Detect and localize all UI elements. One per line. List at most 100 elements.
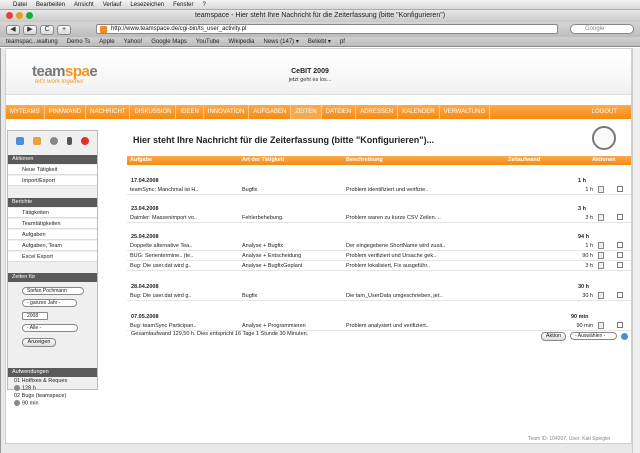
edit-document-icon[interactable]	[598, 242, 604, 249]
menu-verlauf[interactable]: Verlauf	[103, 2, 122, 8]
edit-document-icon[interactable]	[598, 214, 604, 221]
nav-adressen[interactable]: ADRESSEN	[356, 105, 399, 119]
table-row[interactable]: Bug: Die user.dat wird g.. Analyse + Bugf…	[127, 262, 631, 271]
show-button[interactable]: Anzeigen	[22, 338, 56, 347]
bookmark-item[interactable]: teamspac...waltung	[6, 39, 58, 45]
period-select[interactable]: - ganzes Jahr -	[22, 299, 77, 307]
col-beschreibung[interactable]: Beschreibung	[346, 157, 383, 163]
cell-aufgabe[interactable]: Bug: teamSync Participan..	[130, 322, 196, 331]
table-row[interactable]: Daimler: Massenimport vo.. Fehlerbehebung…	[127, 214, 631, 223]
row-checkbox[interactable]	[617, 186, 623, 192]
menu-bearbeiten[interactable]: Bearbeiten	[36, 2, 65, 8]
col-art[interactable]: Art der Tätigkeit	[242, 157, 284, 163]
globe-icon	[14, 385, 20, 391]
back-button[interactable]: ◀	[6, 24, 20, 35]
bookmark-item[interactable]: Google Maps	[151, 39, 187, 45]
row-checkbox[interactable]	[617, 252, 623, 258]
menu-datei[interactable]: Datei	[13, 2, 27, 8]
user-select[interactable]: Stefan Pochmann	[22, 287, 84, 295]
cell-art: Analyse + Programmieren	[242, 323, 306, 329]
bookmark-item[interactable]: News (147) ▾	[264, 38, 299, 45]
table-row[interactable]: Bug: teamSync Participan.. Analyse + Prog…	[127, 322, 631, 331]
bookmark-item[interactable]: Demo Ts	[67, 39, 91, 45]
col-zeitaufwand[interactable]: Zeitaufwand	[508, 157, 540, 163]
nav-nachricht[interactable]: NACHRICHT	[86, 105, 131, 119]
table-row[interactable]: Doppelte alternative Tea.. Analyse + Bugf…	[127, 242, 631, 251]
help-icon[interactable]	[81, 137, 89, 145]
sidebar-item-teamtaetigkeiten[interactable]: Teamtätigkeiten	[8, 219, 97, 229]
col-aufgabe[interactable]: Aufgabe	[130, 157, 152, 163]
nav-aufgaben[interactable]: AUFGABEN	[249, 105, 292, 119]
bookmark-item[interactable]: Apple	[99, 39, 114, 45]
action-button[interactable]: Aktion	[541, 332, 566, 341]
add-bookmark-button[interactable]: +	[57, 24, 71, 35]
sidebar-item-aufgaben[interactable]: Aufgaben	[8, 230, 97, 240]
sidebar-item-import-export[interactable]: Import/Export	[8, 176, 97, 186]
year-input[interactable]: 2008	[22, 312, 48, 320]
nav-myteams[interactable]: MYTEAMS	[6, 105, 45, 119]
table-row[interactable]: BUG: Serientermine.. (te.. Analyse + Ents…	[127, 252, 631, 261]
users-icon[interactable]	[33, 137, 41, 145]
logout-link[interactable]: LOGOUT	[592, 109, 631, 115]
action-select[interactable]: - Auswählen -	[570, 332, 617, 340]
cell-aufgabe[interactable]: Bug: Die user.dat wird g..	[130, 262, 191, 271]
zoom-window-icon[interactable]	[26, 12, 33, 19]
nav-kalender[interactable]: KALENDER	[398, 105, 440, 119]
bookmark-item[interactable]: Yahoo!	[124, 39, 143, 45]
filter-select[interactable]: - Alle -	[22, 324, 78, 332]
menu-lesezeichen[interactable]: Lesezeichen	[130, 2, 164, 8]
teamspace-logo[interactable]: teamspae	[32, 63, 98, 80]
sidebar-item-excel-export[interactable]: Excel Export	[8, 252, 97, 262]
sidebar-section-aktionen: Aktionen	[8, 155, 97, 164]
search-icon[interactable]	[50, 137, 58, 145]
nav-zeiten[interactable]: ZEITEN	[291, 105, 322, 119]
table-row[interactable]: teamSync: Manchmal ist H.. Bugfix Problem …	[127, 186, 631, 195]
cell-aufgabe[interactable]: BUG: Serientermine.. (te..	[130, 252, 193, 261]
browser-toolbar: ◀ ▶ C + http://www.teamspace.de/cgi-bin/…	[0, 22, 640, 37]
nav-pinnwand[interactable]: PINNWAND	[45, 105, 87, 119]
sidebar-item-neue-taetigkeit[interactable]: Neue Tätigkeit	[8, 165, 97, 175]
bookmark-item[interactable]: pf	[340, 39, 345, 45]
date-group-label: 23.04.2008	[131, 206, 159, 212]
nav-verwaltung[interactable]: VERWALTUNG	[440, 105, 491, 119]
edit-document-icon[interactable]	[598, 262, 604, 269]
edit-document-icon[interactable]	[598, 186, 604, 193]
forward-button[interactable]: ▶	[23, 24, 37, 35]
nav-ideen[interactable]: IDEEN	[176, 105, 204, 119]
reload-button[interactable]: C	[40, 24, 54, 35]
cell-aufgabe[interactable]: Daimler: Massenimport vo..	[130, 214, 197, 223]
close-window-icon[interactable]	[6, 12, 13, 19]
menu-help[interactable]: ?	[202, 2, 205, 8]
table-row[interactable]: Bug: Die user.dat wird g.. Bugfix Die tam_…	[127, 292, 631, 301]
row-checkbox[interactable]	[617, 292, 623, 298]
url-field[interactable]: http://www.teamspace.de/cgi-bin/ts_user_…	[96, 24, 558, 34]
chat-icon[interactable]	[16, 137, 24, 145]
nav-dateien[interactable]: DATEIEN	[322, 105, 357, 119]
menu-ansicht[interactable]: Ansicht	[74, 2, 94, 8]
edit-document-icon[interactable]	[598, 252, 604, 259]
page-scrollbar[interactable]	[632, 48, 640, 453]
cell-beschreibung: Der eingegebene ShortName wird zusä..	[346, 243, 446, 249]
row-checkbox[interactable]	[617, 242, 623, 248]
nav-diskussion[interactable]: DISKUSSION	[130, 105, 177, 119]
trash-icon[interactable]	[67, 137, 72, 145]
row-checkbox[interactable]	[617, 262, 623, 268]
sidebar-item-taetigkeiten[interactable]: Tätigkeiten	[8, 208, 97, 218]
edit-document-icon[interactable]	[598, 322, 604, 329]
minimize-window-icon[interactable]	[16, 12, 23, 19]
menu-fenster[interactable]: Fenster	[173, 2, 193, 8]
cell-aufgabe[interactable]: Doppelte alternative Tea..	[130, 242, 192, 251]
bookmark-item[interactable]: Wikipedia	[228, 39, 254, 45]
refresh-icon[interactable]	[621, 333, 628, 340]
cell-aufgabe[interactable]: Bug: Die user.dat wird g..	[130, 292, 191, 301]
edit-document-icon[interactable]	[598, 292, 604, 299]
row-checkbox[interactable]	[617, 214, 623, 220]
row-checkbox[interactable]	[617, 322, 623, 328]
bookmark-item[interactable]: Beliebt ▾	[308, 38, 331, 45]
nav-innovation[interactable]: INNOVATION	[204, 105, 250, 119]
cell-aufgabe[interactable]: teamSync: Manchmal ist H..	[130, 186, 198, 195]
bookmark-item[interactable]: YouTube	[196, 39, 220, 45]
sidebar-item-aufgaben-team[interactable]: Aufgaben, Team	[8, 241, 97, 251]
aufwendung-label: 02 Bugs (teamspace)	[14, 393, 67, 399]
google-search-input[interactable]: Google	[570, 24, 634, 34]
